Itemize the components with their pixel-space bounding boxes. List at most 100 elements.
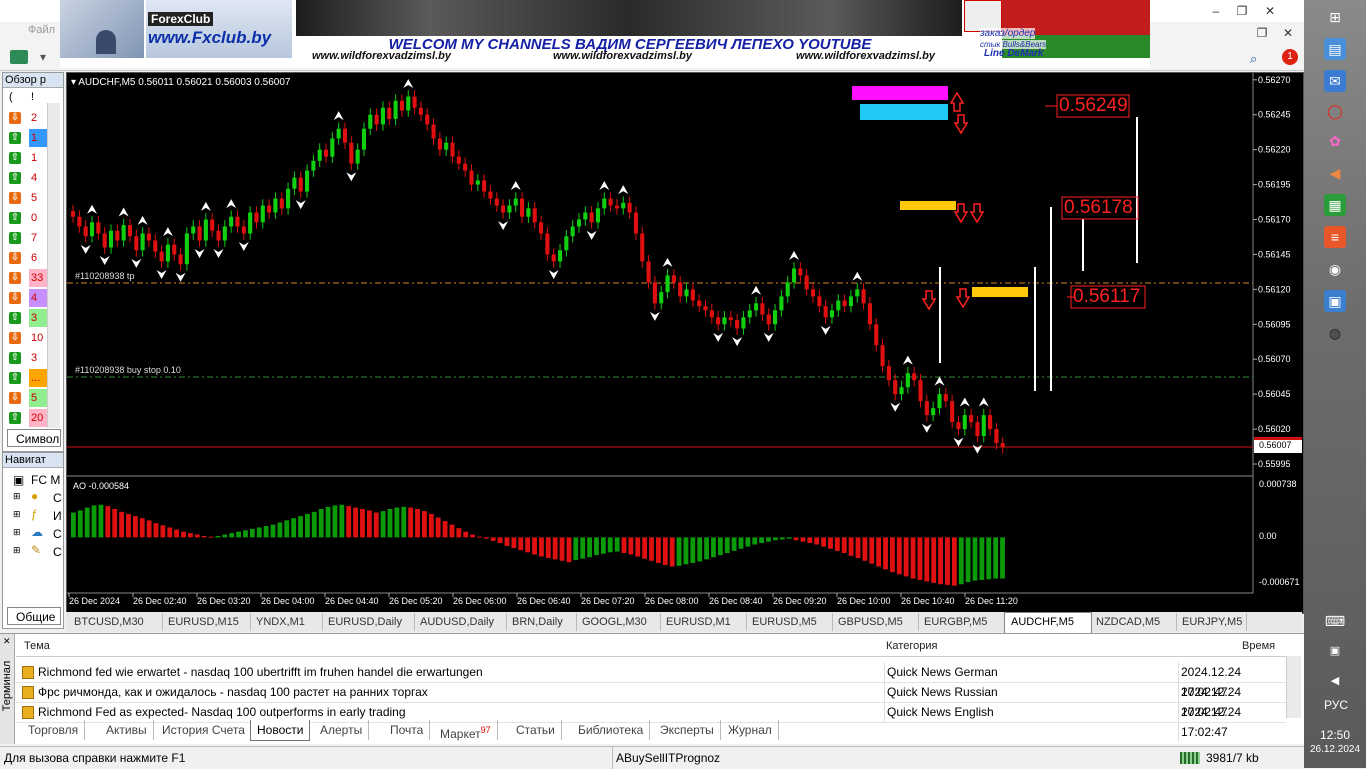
explorer-icon[interactable]: ▤ — [1324, 38, 1346, 60]
opera-icon[interactable]: ◯ — [1324, 100, 1346, 122]
market-watch-col-symbol[interactable]: ( — [9, 91, 13, 103]
news-row[interactable]: Фрс ричмонда, как и ожидалось - nasdaq 1… — [16, 682, 1286, 722]
terminal-tab[interactable]: Новости — [250, 720, 311, 741]
close-icon[interactable]: ✕ — [1258, 2, 1282, 20]
media-icon[interactable]: ◍ — [1324, 322, 1346, 344]
market-watch-row[interactable]: ⇧ 4 — [5, 169, 47, 187]
calculator-icon[interactable]: ▦ — [1324, 194, 1346, 216]
expand-icon[interactable]: ⊞ — [13, 545, 21, 556]
chart-tab[interactable]: NZDCAD,M5 — [1090, 613, 1177, 631]
chart-tab[interactable]: EURUSD,M1 — [660, 613, 747, 631]
terminal-tab[interactable]: Статьи — [510, 720, 562, 740]
start-icon[interactable]: ⊞ — [1324, 6, 1346, 28]
news-row[interactable]: Richmond fed wie erwartet - nasdaq 100 u… — [16, 662, 1286, 702]
market-watch-row[interactable]: ⇩ 5 — [5, 189, 47, 207]
speaker-icon[interactable]: ◀ — [1324, 162, 1346, 184]
chart-tab[interactable]: GOOGL,M30 — [576, 613, 661, 631]
outlook-icon[interactable]: ✉ — [1324, 70, 1346, 92]
expand-icon[interactable]: ⊞ — [13, 491, 21, 502]
chart-tab[interactable]: AUDUSD,Daily — [414, 613, 507, 631]
navigator-item-accounts[interactable]: С — [53, 491, 62, 505]
navigator-item-experts[interactable]: С — [53, 527, 62, 541]
market-watch-col-change[interactable]: ! — [31, 91, 34, 103]
market-watch-scrollbar[interactable] — [47, 103, 60, 428]
network-icon[interactable]: ▣ — [1324, 640, 1346, 662]
market-watch-row[interactable]: ⇩ 33 — [5, 269, 47, 287]
magenta-zone[interactable] — [852, 86, 948, 100]
terminal-tab[interactable]: Маркет97 — [434, 720, 498, 741]
navigator-item-indicators[interactable]: И — [53, 509, 62, 523]
chart-tab[interactable]: EURUSD,M5 — [746, 613, 833, 631]
mdi-restore-icon[interactable]: ❐ — [1250, 24, 1274, 42]
paint-icon[interactable]: ✿ — [1324, 130, 1346, 152]
col-category[interactable]: Категория — [886, 640, 937, 652]
search-icon[interactable]: ⌕ — [1250, 51, 1257, 67]
terminal-tab[interactable]: Почта — [384, 720, 431, 740]
chart-menu-icon[interactable]: ▾ — [71, 77, 76, 88]
market-watch-row[interactable]: ⇧ 3 — [5, 309, 47, 327]
terminal-tab[interactable]: Активы — [100, 720, 154, 740]
chart-tab[interactable]: YNDX,M1 — [250, 613, 323, 631]
expand-icon[interactable]: ⊞ — [13, 527, 21, 538]
market-watch-row[interactable]: ⇩ 5 — [5, 389, 47, 407]
toolbar-dropdown-icon[interactable]: ▾ — [40, 50, 46, 64]
level-label-1[interactable]: 0.56249 — [1059, 95, 1128, 117]
tab-symbols[interactable]: Символ — [7, 429, 61, 447]
terminal-close-icon[interactable]: ✕ — [3, 636, 11, 647]
news-scrollbar[interactable] — [1286, 656, 1301, 718]
market-watch-title[interactable]: Обзор р — [3, 73, 63, 88]
app-icon[interactable]: ≡ — [1324, 226, 1346, 248]
restore-icon[interactable]: ❐ — [1230, 2, 1254, 20]
market-watch-row[interactable]: ⇧ 3 — [5, 349, 47, 367]
chart-tab[interactable]: GBPUSD,M5 — [832, 613, 919, 631]
chart-tab[interactable]: EURUSD,Daily — [322, 613, 415, 631]
terminal-tab[interactable]: История Счета — [156, 720, 252, 740]
chart-tab[interactable]: EURGBP,M5 — [918, 613, 1005, 631]
market-watch-row[interactable]: ⇧ 0 — [5, 209, 47, 227]
language-indicator[interactable]: РУС — [1314, 698, 1358, 712]
col-topic[interactable]: Тема — [24, 640, 50, 652]
level-label-2[interactable]: 0.56178 — [1064, 197, 1133, 219]
chart-tab[interactable]: EURJPY,M5 — [1176, 613, 1247, 631]
yellow-zone-bottom[interactable] — [972, 287, 1028, 297]
market-watch-row[interactable]: ⇩ 4 — [5, 289, 47, 307]
status-profile[interactable]: ABuySellITPrognoz — [616, 747, 720, 769]
notification-badge[interactable]: 1 — [1282, 49, 1298, 65]
clock-date[interactable]: 26.12.2024 — [1304, 744, 1366, 755]
market-watch-row[interactable]: ⇧ 20 — [5, 409, 47, 427]
record-icon[interactable]: ◉ — [1324, 258, 1346, 280]
chart-tab[interactable]: AUDCHF,M5 — [1004, 612, 1092, 633]
volume-icon[interactable]: ◀ — [1324, 670, 1346, 692]
terminal-tab[interactable]: Эксперты — [654, 720, 721, 740]
terminal-tab[interactable]: Алерты — [314, 720, 370, 740]
chart-window[interactable]: 0.56270 0.56245 0.56220 0.56195 0.56170 0.561… — [66, 72, 1304, 614]
chart-tab[interactable]: BRN,Daily — [506, 613, 577, 631]
market-watch-row[interactable]: ⇧... — [5, 369, 47, 387]
window-icon[interactable]: ▣ — [1324, 290, 1346, 312]
mdi-close-icon[interactable]: ✕ — [1276, 24, 1300, 42]
terminal-tab[interactable]: Торговля — [22, 720, 86, 740]
navigator-item-scripts[interactable]: С — [53, 545, 62, 559]
keyboard-icon[interactable]: ⌨ — [1324, 610, 1346, 632]
market-watch-row[interactable]: ⇩ 2 — [5, 109, 47, 127]
cyan-zone[interactable] — [860, 104, 948, 120]
price-chart[interactable]: 0.56270 0.56245 0.56220 0.56195 0.56170 0.561… — [67, 73, 1303, 613]
terminal-tab[interactable]: Журнал — [722, 720, 779, 740]
market-watch-row[interactable]: ⇧ 7 — [5, 229, 47, 247]
market-watch-row[interactable]: ⇧ 1 — [5, 149, 47, 167]
expand-icon[interactable]: ⊞ — [13, 509, 21, 520]
yellow-zone-top[interactable] — [900, 201, 956, 210]
level-label-3[interactable]: 0.56117 — [1073, 286, 1140, 308]
market-watch-row[interactable]: ⇧ 1 — [5, 129, 47, 147]
menu-file[interactable]: Файл — [28, 24, 55, 36]
tab-common[interactable]: Общие — [7, 607, 61, 625]
navigator-root[interactable]: FC M — [31, 473, 60, 487]
navigator-title[interactable]: Навигат — [3, 453, 63, 468]
market-watch-row[interactable]: ⇩ 6 — [5, 249, 47, 267]
minimize-icon[interactable]: – — [1204, 2, 1228, 20]
new-chart-icon[interactable] — [10, 50, 28, 64]
chart-tab[interactable]: EURUSD,M15 — [162, 613, 251, 631]
chart-tab[interactable]: BTCUSD,M30 — [68, 613, 163, 631]
col-time[interactable]: Время — [1242, 640, 1275, 652]
terminal-tab[interactable]: Библиотека — [572, 720, 651, 740]
